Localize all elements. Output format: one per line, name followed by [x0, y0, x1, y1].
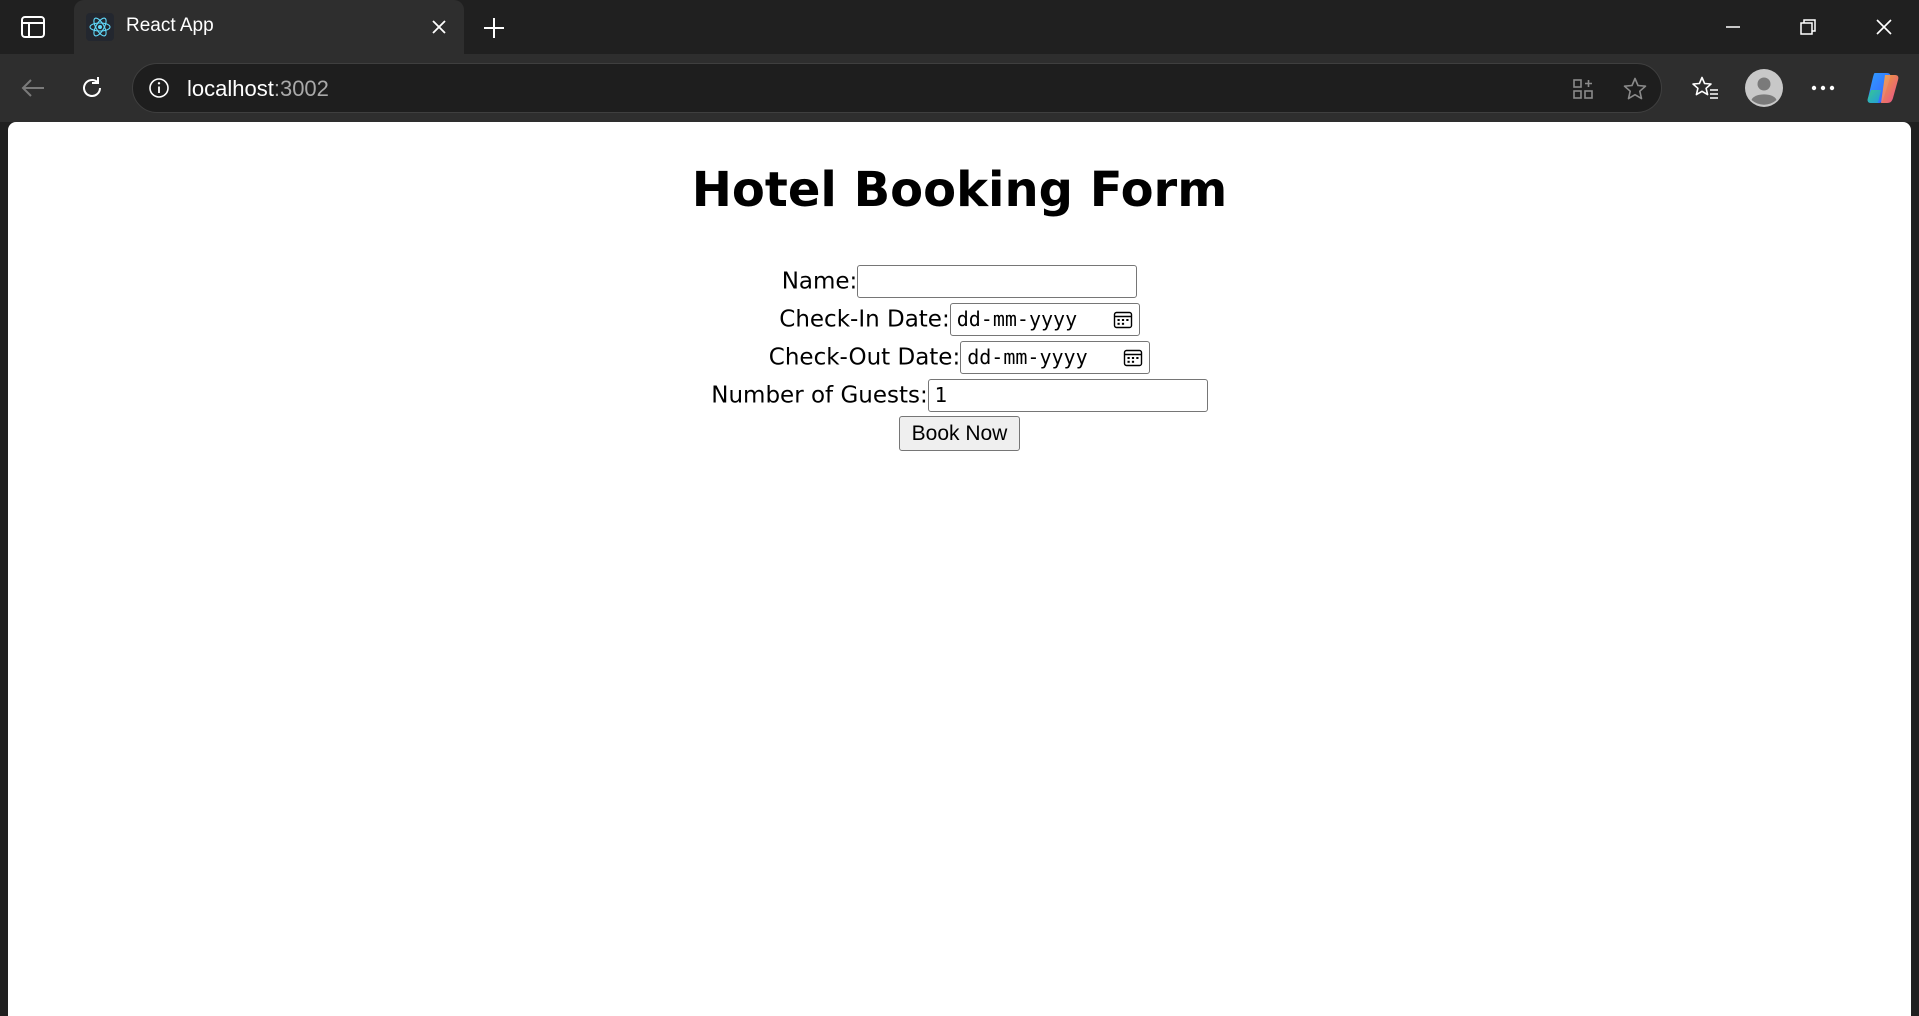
name-row: Name:	[8, 262, 1911, 300]
app-available-icon[interactable]	[1567, 73, 1599, 105]
page-title: Hotel Booking Form	[691, 162, 1228, 218]
checkout-label: Check-Out Date:	[768, 344, 961, 371]
more-options-icon[interactable]	[1803, 68, 1843, 108]
restore-icon[interactable]	[1788, 10, 1828, 44]
address-bar[interactable]: localhost:3002	[132, 63, 1662, 113]
name-label: Name:	[781, 268, 858, 295]
booking-form: Name: Check-In Date: dd-mm-yyyy Check-Out…	[8, 262, 1911, 452]
calendar-icon[interactable]	[1113, 310, 1133, 330]
tab-bar: React App	[0, 0, 1919, 54]
back-arrow-icon[interactable]	[13, 68, 53, 108]
guests-input[interactable]: 1	[927, 379, 1208, 412]
page-viewport: Hotel Booking Form Name: Check-In Date: d…	[8, 122, 1911, 1016]
sidebar-toggle-icon[interactable]	[18, 14, 48, 40]
react-logo-icon	[86, 13, 114, 41]
checkin-label: Check-In Date:	[779, 306, 950, 333]
tab-react-app[interactable]: React App	[74, 0, 464, 54]
favorite-star-icon[interactable]	[1619, 73, 1651, 105]
checkout-placeholder: dd-mm-yyyy	[967, 345, 1088, 369]
checkin-date-input[interactable]: dd-mm-yyyy	[949, 303, 1140, 336]
minimize-icon[interactable]	[1713, 10, 1753, 44]
url-port: :3002	[273, 76, 329, 101]
submit-row: Book Now	[8, 414, 1911, 452]
browser-toolbar: localhost:3002	[0, 54, 1919, 122]
close-window-icon[interactable]	[1864, 10, 1904, 44]
tab-title: React App	[126, 15, 214, 36]
checkin-placeholder: dd-mm-yyyy	[956, 307, 1078, 331]
calendar-icon[interactable]	[1123, 348, 1143, 368]
new-tab-icon[interactable]	[478, 12, 510, 44]
site-info-icon[interactable]	[143, 72, 175, 104]
url-text[interactable]: localhost:3002	[187, 76, 329, 102]
checkin-row: Check-In Date: dd-mm-yyyy	[8, 300, 1911, 338]
url-host: localhost	[187, 76, 274, 101]
name-input[interactable]	[857, 265, 1138, 298]
close-tab-icon[interactable]	[426, 14, 452, 40]
checkout-date-input[interactable]: dd-mm-yyyy	[960, 341, 1151, 374]
copilot-icon[interactable]	[1863, 68, 1903, 108]
avatar[interactable]	[1744, 68, 1784, 108]
favorites-icon[interactable]	[1685, 68, 1725, 108]
refresh-icon[interactable]	[72, 68, 112, 108]
book-now-button[interactable]: Book Now	[898, 416, 1021, 451]
checkout-row: Check-Out Date: dd-mm-yyyy	[8, 338, 1911, 376]
guests-label: Number of Guests:	[711, 382, 928, 409]
guests-row: Number of Guests: 1	[8, 376, 1911, 414]
